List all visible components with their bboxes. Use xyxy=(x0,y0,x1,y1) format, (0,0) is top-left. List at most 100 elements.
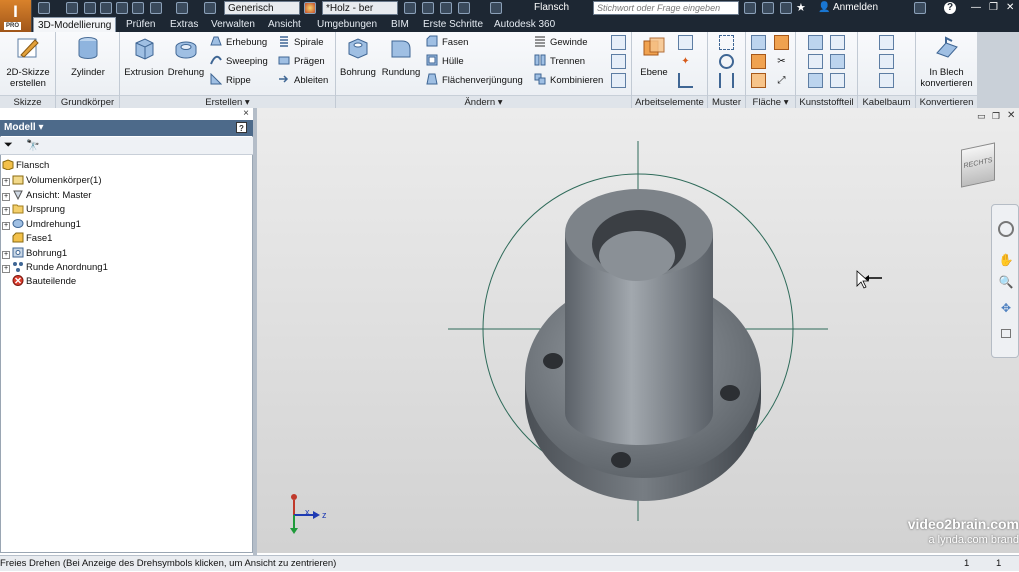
extrusion-button[interactable]: Extrusion xyxy=(124,35,164,78)
derive-button[interactable]: Ableiten xyxy=(278,73,328,89)
view-minimize-icon[interactable]: ▭ xyxy=(977,111,986,122)
pan-icon[interactable]: ✋ xyxy=(998,253,1014,269)
tree-item-volumenkoerper[interactable]: + Volumenkörper(1) xyxy=(2,174,102,188)
tab-bim[interactable]: BIM xyxy=(387,17,413,32)
appearance-dropdown[interactable]: *Holz - ber xyxy=(322,1,398,15)
model-browser-header[interactable]: Modell ▾ ? xyxy=(0,120,253,136)
face-draft-button[interactable]: Flächenverjüngung xyxy=(426,73,523,89)
undo-icon[interactable] xyxy=(116,2,128,14)
cylinder-button[interactable]: Zylinder xyxy=(62,35,114,78)
tab-ansicht[interactable]: Ansicht xyxy=(264,17,305,32)
viewcube[interactable]: RECHTS xyxy=(961,142,995,188)
rib-button[interactable]: Rippe xyxy=(210,73,251,89)
coil-button[interactable]: Spirale xyxy=(278,35,324,51)
minimize-icon[interactable]: — xyxy=(971,1,981,15)
tree-item-ursprung[interactable]: + Ursprung xyxy=(2,203,65,217)
orbit-icon[interactable]: ✥ xyxy=(998,301,1014,317)
signin-link[interactable]: Anmelden xyxy=(833,1,878,15)
rectangular-pattern-icon[interactable] xyxy=(719,35,734,50)
tree-item-bohrung1[interactable]: + Bohrung1 xyxy=(2,247,67,261)
clear-appearance-icon[interactable] xyxy=(422,2,434,14)
tree-item-flansch[interactable]: Flansch xyxy=(2,159,49,173)
restore-icon[interactable]: ❐ xyxy=(989,1,998,15)
patch-icon[interactable] xyxy=(751,73,766,88)
close-icon[interactable]: ✕ xyxy=(1006,1,1014,15)
plus-icon[interactable] xyxy=(490,2,502,14)
exchange-icon[interactable] xyxy=(780,2,792,14)
convert-to-sheet-metal-button[interactable]: In Blech konvertieren xyxy=(918,35,975,89)
graphics-window[interactable]: x z RECHTS ▭ ❐ ✕ video2brain.com a lynda… xyxy=(257,108,1019,553)
edit-connector-icon[interactable] xyxy=(879,54,894,69)
expand-icon[interactable]: + xyxy=(2,193,10,201)
appearance-adjust-icon[interactable] xyxy=(404,2,416,14)
lip-icon[interactable] xyxy=(830,73,845,88)
grill-icon[interactable] xyxy=(808,35,823,50)
extend-icon[interactable]: ⤢ xyxy=(774,73,789,88)
tree-item-ansicht-master[interactable]: + Ansicht: Master xyxy=(2,189,91,203)
ucs-icon[interactable] xyxy=(678,73,693,88)
tab-verwalten[interactable]: Verwalten xyxy=(207,17,259,32)
plane-button[interactable]: Ebene xyxy=(634,35,674,78)
redo-icon[interactable] xyxy=(132,2,144,14)
new-file-icon[interactable] xyxy=(66,2,78,14)
tree-item-umdrehung1[interactable]: + Umdrehung1 xyxy=(2,218,81,232)
trim-icon[interactable]: ✂ xyxy=(774,54,789,69)
loft-button[interactable]: Erhebung xyxy=(210,35,267,51)
mirror-icon[interactable] xyxy=(719,73,734,88)
tree-item-bauteilende[interactable]: Bauteilende xyxy=(12,275,76,289)
browser-close-icon[interactable]: × xyxy=(240,108,252,120)
sweep-button[interactable]: Sweeping xyxy=(210,54,268,70)
circular-pattern-icon[interactable] xyxy=(719,54,734,69)
user-icon[interactable]: 👤 xyxy=(818,1,830,15)
steering-wheel-icon[interactable] xyxy=(998,221,1014,237)
expand-icon[interactable]: + xyxy=(2,207,10,215)
help-icon[interactable]: ? xyxy=(944,2,956,14)
filter-icon[interactable]: ⏷ xyxy=(4,139,13,152)
expand-icon[interactable]: + xyxy=(2,178,10,186)
combine-button[interactable]: Kombinieren xyxy=(534,73,603,89)
view-close-icon[interactable]: ✕ xyxy=(1007,110,1015,121)
create-2d-sketch-button[interactable]: 2D-Skizze erstellen xyxy=(2,35,54,89)
move-face-icon[interactable] xyxy=(611,73,626,88)
dropdown-menu-icon[interactable] xyxy=(38,2,50,14)
home-icon[interactable] xyxy=(150,2,162,14)
search-input[interactable]: Stichwort oder Frage eingeben xyxy=(593,1,739,15)
copy-object-icon[interactable] xyxy=(611,54,626,69)
tab-autodesk-360[interactable]: Autodesk 360 xyxy=(490,17,559,32)
expand-icon[interactable]: + xyxy=(2,251,10,259)
save-icon[interactable] xyxy=(100,2,112,14)
expand-icon[interactable]: + xyxy=(2,222,10,230)
zoom-icon[interactable]: 🔍 xyxy=(998,275,1014,291)
rule-fillet-icon[interactable] xyxy=(830,35,845,50)
application-menu-button[interactable]: I PRO xyxy=(0,0,32,32)
key-icon[interactable] xyxy=(762,2,774,14)
update-icon[interactable] xyxy=(204,2,216,14)
emboss-button[interactable]: Prägen xyxy=(278,54,325,70)
find-icon[interactable]: 🔭 xyxy=(26,139,40,152)
tree-item-runde-anordnung1[interactable]: + Runde Anordnung1 xyxy=(2,261,108,275)
tab-3d-modellierung[interactable]: 3D-Modellierung xyxy=(33,17,117,32)
select-icon[interactable] xyxy=(176,2,188,14)
expand-icon[interactable]: + xyxy=(2,265,10,273)
place-connector-icon[interactable] xyxy=(879,35,894,50)
direct-edit-icon[interactable] xyxy=(611,35,626,50)
snap-fit-icon[interactable] xyxy=(808,73,823,88)
look-at-icon[interactable] xyxy=(1001,329,1011,338)
panel-title-aendern[interactable]: Ändern ▾ xyxy=(336,95,631,108)
sculpt-icon[interactable] xyxy=(751,54,766,69)
fillet-button[interactable]: Rundung xyxy=(380,35,422,78)
parameters-icon[interactable] xyxy=(440,2,452,14)
panel-title-flaeche[interactable]: Fläche ▾ xyxy=(746,95,795,108)
boss-icon[interactable] xyxy=(808,54,823,69)
tab-extras[interactable]: Extras xyxy=(166,17,202,32)
open-file-icon[interactable] xyxy=(84,2,96,14)
axis-icon[interactable] xyxy=(678,35,693,50)
view-restore-icon[interactable]: ❐ xyxy=(992,111,1000,122)
tab-umgebungen[interactable]: Umgebungen xyxy=(313,17,381,32)
material-dropdown[interactable]: Generisch xyxy=(224,1,300,15)
hole-button[interactable]: Bohrung xyxy=(338,35,378,78)
communication-icon[interactable] xyxy=(914,2,926,14)
stitch-icon[interactable] xyxy=(774,35,789,50)
chamfer-button[interactable]: Fasen xyxy=(426,35,468,51)
browser-help-icon[interactable]: ? xyxy=(236,122,247,133)
